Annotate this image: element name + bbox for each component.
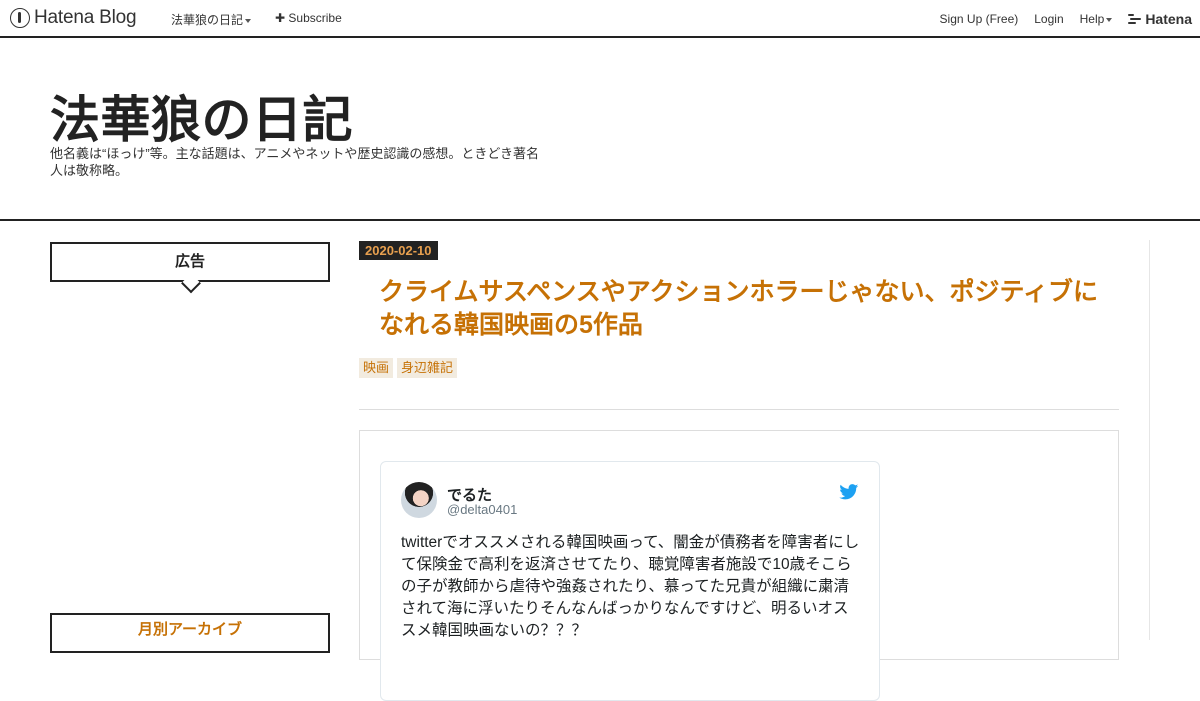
help-label: Help xyxy=(1079,12,1105,26)
blog-description: 他名義は“ほっけ”等。主な話題は、アニメやネットや歴史認識の感想。ときどき著名人… xyxy=(50,146,540,178)
hatena-label: Hatena xyxy=(1145,11,1192,27)
sign-up-link[interactable]: Sign Up (Free) xyxy=(940,12,1019,26)
login-link[interactable]: Login xyxy=(1034,12,1063,26)
entry-content: でるた @delta0401 twitterでオススメされる韓国映画って、闇金が… xyxy=(359,430,1119,701)
subscribe-button[interactable]: ✚ Subscribe xyxy=(275,11,342,25)
global-header: Hatena Blog 法華狼の日記 ✚ Subscribe Sign Up (… xyxy=(0,0,1200,38)
hatena-logo-link[interactable]: Hatena xyxy=(1128,11,1192,27)
blog-title[interactable]: 法華狼の日記 xyxy=(50,80,353,152)
archive-heading: 月別アーカイブ xyxy=(50,613,330,653)
content-divider xyxy=(1149,240,1150,640)
account-nav: Sign Up (Free) Login Help Hatena xyxy=(940,11,1200,27)
blog-menu-label: 法華狼の日記 xyxy=(171,13,244,27)
entry-tags: 映画 身辺雑記 xyxy=(359,358,458,378)
ad-heading: 広告 xyxy=(50,242,330,282)
twitter-bird-icon[interactable] xyxy=(839,484,859,500)
entry-tag[interactable]: 映画 xyxy=(359,358,394,378)
blog-menu[interactable]: 法華狼の日記 xyxy=(171,11,252,28)
entry-date[interactable]: 2020-02-10 xyxy=(359,241,438,260)
help-menu[interactable]: Help xyxy=(1080,12,1113,26)
caret-down-icon xyxy=(245,18,252,23)
tweet-text: twitterでオススメされる韓国映画って、闇金が債務者を障害者にして保険金で高… xyxy=(401,534,860,639)
embedded-tweet[interactable]: でるた @delta0401 twitterでオススメされる韓国映画って、闇金が… xyxy=(380,461,880,701)
divider xyxy=(359,409,1119,410)
subscribe-label: Subscribe xyxy=(288,11,342,25)
hatena-blog-logo-icon xyxy=(10,8,30,28)
entry-tag[interactable]: 身辺雑記 xyxy=(397,358,458,378)
tweet-author-handle[interactable]: @delta0401 xyxy=(447,502,517,517)
plus-icon: ✚ xyxy=(275,11,286,25)
blog-header: 法華狼の日記 他名義は“ほっけ”等。主な話題は、アニメやネットや歴史認識の感想。… xyxy=(0,38,1200,221)
avatar[interactable] xyxy=(401,482,437,518)
hatena-blog-logo[interactable]: Hatena Blog xyxy=(10,7,137,29)
logo-text: Hatena Blog xyxy=(34,7,137,28)
caret-down-icon xyxy=(1106,17,1113,22)
hatena-logo-icon xyxy=(1128,14,1142,24)
entry-title[interactable]: クライムサスペンスやアクションホラーじゃない、ポジティブになれる韓国映画の5作品 xyxy=(379,276,1119,342)
